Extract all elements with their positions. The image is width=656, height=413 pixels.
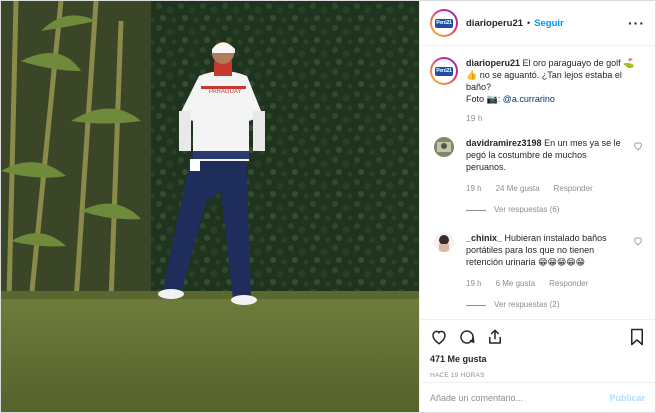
comment-item: davidramirez3198 En un mes ya se le pegó…	[430, 137, 645, 216]
comment-time[interactable]: 19 h	[466, 278, 482, 290]
replies-line	[466, 209, 486, 211]
peru21-logo: Perú21	[435, 66, 453, 76]
caption-avatar-ring[interactable]: Perú21	[430, 57, 458, 85]
likes-count[interactable]: 471 Me gusta	[430, 354, 645, 364]
author-avatar: Perú21	[432, 11, 456, 35]
post-timestamp[interactable]: HACE 19 HORAS	[430, 372, 645, 379]
comment-likes[interactable]: 6 Me gusta	[496, 278, 536, 290]
view-replies-label: Ver respuestas (6)	[494, 205, 560, 214]
comment-icon[interactable]	[458, 328, 476, 346]
comment-username[interactable]: davidramirez3198	[466, 138, 542, 148]
comment-like-heart-icon[interactable]	[633, 141, 643, 153]
post-side-panel: Perú21 diarioperu21 • Seguir ··· Perú21 …	[419, 1, 655, 412]
comment-like-heart-icon[interactable]	[633, 236, 643, 248]
comment-body: davidramirez3198 En un mes ya se le pegó…	[466, 137, 626, 216]
comment-time[interactable]: 19 h	[466, 183, 482, 195]
photographer-mention[interactable]: @a.currarino	[503, 94, 555, 104]
author-username[interactable]: diarioperu21	[466, 18, 523, 29]
share-icon[interactable]	[486, 328, 504, 346]
action-icons	[430, 326, 645, 348]
caption-line-1: El oro paraguayo de golf	[522, 58, 621, 68]
more-options-icon[interactable]: ···	[628, 15, 645, 31]
comment-emojis: 😁😁😁😁😁	[538, 257, 585, 267]
caption-time[interactable]: 19 h	[466, 112, 641, 124]
caption-username[interactable]: diarioperu21	[466, 58, 520, 68]
comment-meta: 19 h 24 Me gusta Responder	[466, 183, 626, 195]
comment-item: _chinix_ Hubieran instalado baños portát…	[430, 232, 645, 311]
view-replies-button[interactable]: Ver respuestas (2)	[466, 299, 626, 311]
post-photo[interactable]: PARAGUAY	[1, 1, 419, 412]
commenter-avatar[interactable]	[434, 232, 454, 252]
view-replies-label: Ver respuestas (2)	[494, 300, 560, 309]
reply-button[interactable]: Responder	[554, 183, 593, 195]
comment-likes[interactable]: 24 Me gusta	[496, 183, 540, 195]
jersey-text: PARAGUAY	[209, 89, 241, 95]
author-avatar-ring[interactable]: Perú21	[430, 9, 458, 37]
comment-body: _chinix_ Hubieran instalado baños portát…	[466, 232, 626, 311]
comment-username[interactable]: _chinix_	[466, 233, 502, 243]
comment-meta: 19 h 6 Me gusta Responder	[466, 278, 626, 290]
separator-dot: •	[527, 18, 531, 28]
view-replies-button[interactable]: Ver respuestas (6)	[466, 204, 626, 216]
reply-button[interactable]: Responder	[549, 278, 588, 290]
commenter-avatar[interactable]	[434, 137, 454, 157]
post-header: Perú21 diarioperu21 • Seguir ···	[420, 1, 655, 46]
add-comment-bar: Publicar	[420, 382, 655, 412]
post-modal: PARAGUAY Perú21 diarioperu21 • Seguir ··…	[0, 0, 656, 413]
camera-emoji: 📷	[486, 94, 498, 104]
heart-icon[interactable]	[430, 328, 448, 346]
caption: Perú21 diarioperu21 El oro paraguayo de …	[430, 57, 645, 124]
caption-photo-label: Foto	[466, 94, 485, 104]
comments-list: Perú21 diarioperu21 El oro paraguayo de …	[430, 57, 645, 311]
caption-text: diarioperu21 El oro paraguayo de golf ⛳👍…	[466, 57, 641, 124]
bookmark-icon[interactable]	[629, 328, 645, 346]
caption-line-2: no se aguantó. ¿Tan lejos estaba el baño…	[466, 70, 622, 92]
peru21-logo: Perú21	[435, 18, 453, 28]
post-actions: 471 Me gusta HACE 19 HORAS	[420, 319, 655, 379]
publish-button[interactable]: Publicar	[609, 393, 645, 403]
golfer-photo-illustration: PARAGUAY	[1, 1, 419, 412]
caption-colon: :	[497, 94, 501, 104]
comment-input[interactable]	[430, 392, 610, 403]
caption-avatar: Perú21	[432, 59, 456, 83]
replies-line	[466, 304, 486, 306]
follow-button[interactable]: Seguir	[534, 18, 564, 29]
